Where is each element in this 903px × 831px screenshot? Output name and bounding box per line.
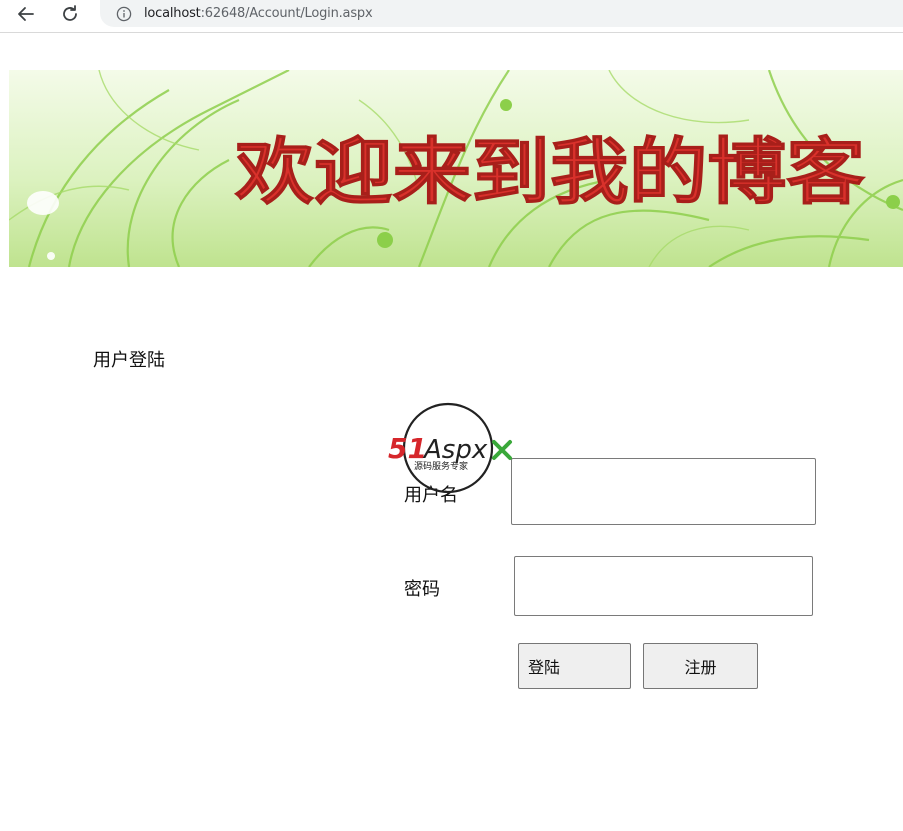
reload-icon xyxy=(63,5,77,21)
reload-button[interactable] xyxy=(56,2,84,26)
register-button[interactable]: 注册 xyxy=(643,643,758,689)
password-input[interactable] xyxy=(514,556,813,616)
arrow-left-icon xyxy=(18,7,34,21)
username-label: 用户名 xyxy=(404,485,458,506)
address-bar[interactable]: localhost:62648/Account/Login.aspx xyxy=(100,0,903,27)
back-button[interactable] xyxy=(12,2,40,26)
info-icon[interactable] xyxy=(115,5,133,23)
page-title: 用户登陆 xyxy=(93,350,165,371)
watermark-tagline: 源码服务专家 xyxy=(414,460,468,472)
browser-toolbar: localhost:62648/Account/Login.aspx xyxy=(0,0,903,33)
url-host: localhost xyxy=(144,6,201,21)
welcome-banner: 欢迎来到我的博客 xyxy=(9,70,903,267)
banner-headline: 欢迎来到我的博客 xyxy=(234,130,865,214)
url-text[interactable]: localhost:62648/Account/Login.aspx xyxy=(144,6,373,21)
password-label: 密码 xyxy=(404,579,440,600)
watermark-brand-51: 51 xyxy=(388,432,427,465)
username-input[interactable] xyxy=(511,458,816,525)
login-button[interactable]: 登陆 xyxy=(518,643,631,689)
url-path: :62648/Account/Login.aspx xyxy=(200,6,373,21)
watermark-brand-aspx: Aspx xyxy=(422,435,488,465)
